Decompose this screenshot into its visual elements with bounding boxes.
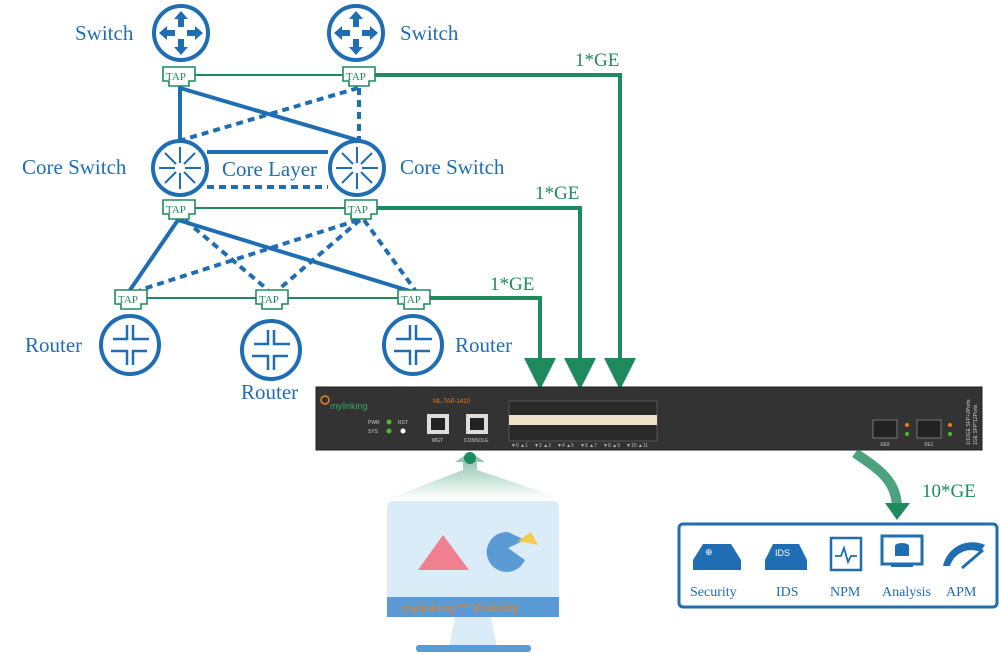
output-arrow (885, 503, 910, 520)
svg-text:▼8 ▲9: ▼8 ▲9 (603, 443, 620, 449)
core-switch-icon (151, 139, 209, 197)
tap-device-ml-tap-1410: mylinking ML-TAP-1410 PWR SYS RST MGT CO… (315, 386, 983, 451)
svg-text:XE1: XE1 (924, 442, 934, 448)
svg-text:▼10 ▲11: ▼10 ▲11 (626, 443, 648, 449)
router-icon (382, 314, 444, 376)
svg-text:TAP: TAP (401, 294, 421, 306)
switch-right-label: Switch (400, 21, 459, 45)
svg-text:APM: APM (946, 585, 977, 600)
svg-text:mylinking™ Visibility: mylinking™ Visibility (401, 600, 519, 615)
monitor-visibility: mylinking™ Visibility (387, 501, 559, 652)
link-label-bottom: 1*GE (490, 274, 534, 295)
link-label-top: 1*GE (575, 50, 619, 71)
svg-text:TAP: TAP (259, 294, 279, 306)
svg-text:IDS: IDS (776, 585, 799, 600)
switch-icon (152, 4, 210, 62)
core-switch-right-label: Core Switch (400, 155, 505, 179)
svg-text:NPM: NPM (830, 585, 861, 600)
router-right-label: Router (455, 333, 512, 357)
svg-text:ML-TAP-1410: ML-TAP-1410 (433, 399, 471, 405)
svg-text:TAP: TAP (346, 71, 366, 83)
svg-text:PWR: PWR (368, 420, 380, 426)
svg-text:▼6 ▲7: ▼6 ▲7 (580, 443, 597, 449)
svg-text:CONSOLE: CONSOLE (464, 438, 489, 444)
router-left-label: Router (25, 333, 82, 357)
svg-text:TAP: TAP (166, 204, 186, 216)
core-switch-left-label: Core Switch (22, 155, 127, 179)
green-links (130, 73, 636, 390)
core-switch-icon (328, 139, 386, 197)
svg-text:IDS: IDS (775, 548, 790, 558)
link-label-mid: 1*GE (535, 183, 579, 204)
router-icon (99, 314, 161, 376)
switch-left-label: Switch (75, 21, 134, 45)
svg-text:TAP: TAP (348, 204, 368, 216)
core-layer-label: Core Layer (222, 157, 317, 181)
svg-text:mylinking: mylinking (330, 401, 368, 411)
svg-text:SYS: SYS (368, 429, 379, 435)
link-label-out: 10*GE (922, 481, 976, 502)
svg-text:Analysis: Analysis (882, 585, 931, 600)
svg-text:1GE SFP*12Ports: 1GE SFP*12Ports (973, 404, 979, 445)
svg-text:▼2 ▲3: ▼2 ▲3 (534, 443, 551, 449)
services-box: ⊕ IDS Security IDS NPM Analysis APM (677, 522, 999, 609)
svg-text:Security: Security (690, 585, 737, 600)
svg-text:TAP: TAP (166, 71, 186, 83)
svg-text:MGT: MGT (432, 438, 443, 444)
switch-icon (327, 4, 385, 62)
router-mid-label: Router (241, 380, 298, 404)
svg-text:▼0 ▲1: ▼0 ▲1 (511, 443, 528, 449)
network-tap-diagram: 1*GE 1*GE 1*GE TAP TAP TAP TAP TAP TAP T… (0, 0, 1000, 654)
svg-text:1/10GE SFP+2Ports: 1/10GE SFP+2Ports (966, 399, 972, 445)
router-icon (240, 319, 302, 381)
diagram-canvas: 1*GE 1*GE 1*GE TAP TAP TAP TAP TAP TAP T… (22, 4, 999, 652)
svg-text:XE0: XE0 (880, 442, 890, 448)
svg-text:⊕: ⊕ (705, 547, 713, 557)
svg-text:TAP: TAP (118, 294, 138, 306)
svg-text:RST: RST (398, 420, 408, 426)
svg-text:▼4 ▲5: ▼4 ▲5 (557, 443, 574, 449)
